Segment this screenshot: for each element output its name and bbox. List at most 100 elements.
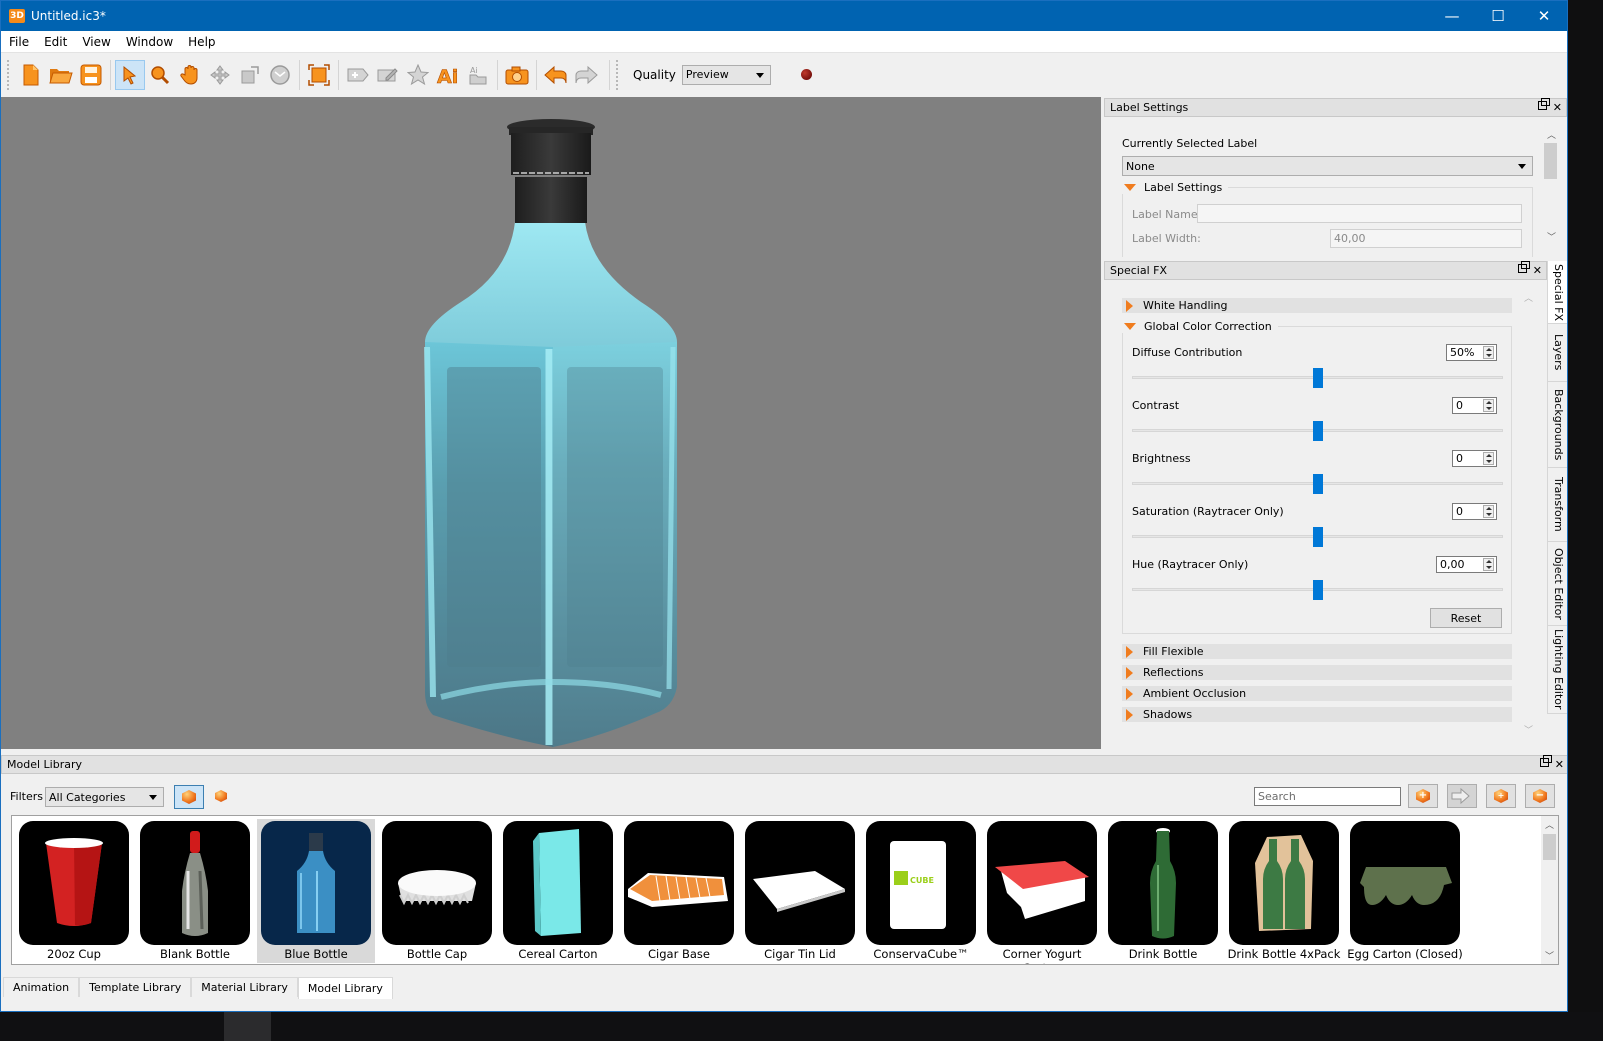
model-tile-20oz-cup[interactable]: 20oz Cup — [15, 819, 133, 963]
section-ambient-occlusion[interactable]: Ambient Occlusion — [1122, 686, 1512, 701]
minimize-button[interactable]: — — [1429, 1, 1475, 31]
show-groups-toggle[interactable] — [215, 790, 227, 802]
label-settings-section-toggle[interactable]: Label Settings — [1122, 181, 1229, 194]
label-name-input[interactable] — [1197, 204, 1522, 223]
label-width-input[interactable]: 40,00 — [1330, 229, 1522, 248]
new-file-button[interactable] — [16, 60, 46, 90]
brightness-slider[interactable] — [1132, 474, 1503, 494]
model-tile-conservacube[interactable]: CUBE ConservaCube™ — [862, 819, 980, 963]
move-tool-button[interactable] — [205, 60, 235, 90]
scale-tool-button[interactable] — [235, 60, 265, 90]
slider-handle[interactable] — [1312, 474, 1323, 494]
contrast-slider[interactable] — [1132, 421, 1503, 441]
add-to-group-button[interactable]: + — [1486, 784, 1516, 808]
scroll-down-icon[interactable]: ﹀ — [1524, 723, 1533, 736]
snapshot-button[interactable] — [502, 60, 532, 90]
tab-template-library[interactable]: Template Library — [79, 977, 192, 997]
tab-material-library[interactable]: Material Library — [191, 977, 298, 997]
spin-arrows-icon[interactable] — [1483, 399, 1494, 412]
float-icon[interactable] — [1517, 261, 1530, 273]
model-tile-blue-bottle[interactable]: Blue Bottle — [257, 819, 375, 963]
zoom-tool-button[interactable] — [145, 60, 175, 90]
favorite-button[interactable] — [403, 60, 433, 90]
reset-button[interactable]: Reset — [1430, 608, 1502, 628]
fit-view-button[interactable] — [304, 60, 334, 90]
slider-handle[interactable] — [1312, 421, 1323, 441]
model-tile-drink-bottle-4xpack[interactable]: Drink Bottle 4xPack — [1225, 819, 1343, 963]
slider-handle[interactable] — [1312, 580, 1323, 600]
scroll-down-icon[interactable]: ﹀ — [1547, 230, 1556, 243]
library-search-input[interactable]: Search — [1254, 787, 1401, 806]
model-tile-cigar-base[interactable]: Cigar Base — [620, 819, 738, 963]
menu-window[interactable]: Window — [118, 35, 180, 49]
spin-arrows-icon[interactable] — [1483, 452, 1494, 465]
section-fill-flexible[interactable]: Fill Flexible — [1122, 644, 1512, 659]
float-icon[interactable] — [1537, 98, 1550, 110]
close-icon[interactable]: ✕ — [1555, 758, 1564, 771]
scroll-up-icon[interactable]: ︿ — [1524, 291, 1533, 304]
side-tab-layers[interactable]: Layers — [1547, 324, 1567, 382]
redo-button[interactable] — [571, 60, 601, 90]
section-shadows[interactable]: Shadows — [1122, 707, 1512, 722]
menu-help[interactable]: Help — [180, 35, 222, 49]
save-button[interactable] — [76, 60, 106, 90]
3d-viewport[interactable] — [1, 97, 1101, 749]
close-icon[interactable]: ✕ — [1553, 101, 1562, 114]
pan-tool-button[interactable] — [175, 60, 205, 90]
slider-handle[interactable] — [1312, 527, 1323, 547]
edit-label-button[interactable] — [373, 60, 403, 90]
scroll-up-icon[interactable]: ︿ — [1547, 128, 1556, 141]
undo-button[interactable] — [541, 60, 571, 90]
toolbar-grip[interactable] — [616, 59, 619, 90]
category-filter-select[interactable]: All Categories — [45, 787, 164, 807]
spin-arrows-icon[interactable] — [1483, 346, 1494, 359]
side-tab-transform[interactable]: Transform — [1547, 468, 1567, 542]
scrollbar-thumb[interactable] — [1544, 143, 1557, 179]
side-tab-special-fx[interactable]: Special FX — [1547, 261, 1567, 324]
scroll-down-icon[interactable]: ﹀ — [1545, 949, 1554, 962]
model-tile-drink-bottle[interactable]: Drink Bottle — [1104, 819, 1222, 963]
tab-animation[interactable]: Animation — [3, 977, 80, 997]
remove-model-button[interactable]: − — [1525, 784, 1555, 808]
close-icon[interactable]: ✕ — [1533, 264, 1542, 277]
scroll-up-icon[interactable]: ︿ — [1545, 818, 1554, 831]
hue-slider[interactable] — [1132, 580, 1503, 600]
side-tab-backgrounds[interactable]: Backgrounds — [1547, 382, 1567, 468]
model-grid-scrollbar[interactable]: ︿ ﹀ — [1541, 816, 1558, 964]
rotate-tool-button[interactable] — [265, 60, 295, 90]
selected-label-dropdown[interactable]: None — [1122, 156, 1533, 176]
diffuse-contribution-spinbox[interactable]: 50% — [1446, 344, 1497, 361]
maximize-button[interactable]: ☐ — [1475, 1, 1521, 31]
menu-edit[interactable]: Edit — [36, 35, 74, 49]
quality-select[interactable]: Preview — [681, 64, 771, 85]
show-models-toggle[interactable] — [174, 785, 204, 809]
section-reflections[interactable]: Reflections — [1122, 665, 1512, 680]
saturation-spinbox[interactable]: 0 — [1452, 503, 1497, 520]
model-tile-bottle-cap[interactable]: Bottle Cap — [378, 819, 496, 963]
spin-arrows-icon[interactable] — [1483, 558, 1494, 571]
taskbar-active-app[interactable] — [224, 1012, 271, 1041]
scrollbar-thumb[interactable] — [1543, 834, 1556, 860]
section-white-handling[interactable]: White Handling — [1122, 298, 1512, 313]
open-button[interactable] — [46, 60, 76, 90]
side-tab-object-editor[interactable]: Object Editor — [1547, 542, 1567, 626]
close-button[interactable]: ✕ — [1521, 1, 1567, 31]
tab-model-library[interactable]: Model Library — [297, 977, 393, 999]
menu-view[interactable]: View — [74, 35, 117, 49]
diffuse-contribution-slider[interactable] — [1132, 368, 1503, 388]
model-tile-blank-bottle[interactable]: Blank Bottle — [136, 819, 254, 963]
slider-handle[interactable] — [1312, 368, 1323, 388]
model-tile-egg-carton-closed[interactable]: Egg Carton (Closed) — [1346, 819, 1464, 963]
model-tile-cereal-carton[interactable]: Cereal Carton — [499, 819, 617, 963]
hue-spinbox[interactable]: 0,00 — [1436, 556, 1497, 573]
side-tab-lighting-editor[interactable]: Lighting Editor — [1547, 626, 1567, 714]
model-tile-cigar-tin-lid[interactable]: Cigar Tin Lid — [741, 819, 859, 963]
saturation-slider[interactable] — [1132, 527, 1503, 547]
import-file-button[interactable]: Ai — [463, 60, 493, 90]
section-global-color-correction[interactable]: Global Color Correction — [1122, 320, 1278, 333]
float-icon[interactable] — [1539, 755, 1552, 767]
spin-arrows-icon[interactable] — [1483, 505, 1494, 518]
import-ai-button[interactable]: Ai — [433, 60, 463, 90]
record-icon[interactable] — [800, 69, 812, 80]
select-tool-button[interactable] — [115, 59, 145, 90]
